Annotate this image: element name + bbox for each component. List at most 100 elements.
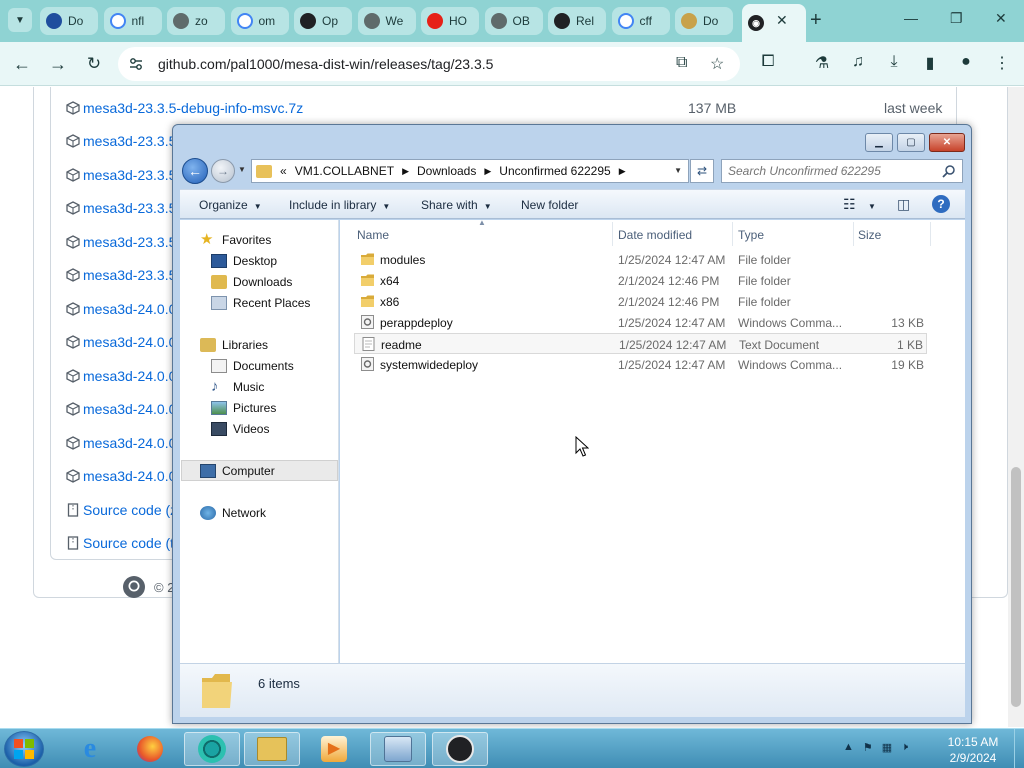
asset-link[interactable]: mesa3d-23.3.5 <box>66 259 176 292</box>
asset-link[interactable]: mesa3d-24.0.0 <box>66 292 176 325</box>
tab-search-button[interactable]: ▼ <box>8 8 32 32</box>
nav-libraries[interactable]: Libraries <box>200 336 268 354</box>
search-icon[interactable] <box>942 164 956 178</box>
asset-name[interactable]: mesa3d-24.0.0 <box>83 401 176 417</box>
asset-name[interactable]: mesa3d-24.0.0 <box>83 334 176 350</box>
file-row[interactable]: modules 1/25/2024 12:47 AM File folder <box>354 249 927 270</box>
back-arrow-icon[interactable]: ← <box>10 52 34 76</box>
show-hidden-icons[interactable]: ▲ <box>843 741 854 754</box>
asset-link[interactable]: mesa3d-24.0.0 <box>66 326 176 359</box>
asset-name[interactable]: mesa3d-24.0.0 <box>83 435 176 451</box>
profile-avatar-icon[interactable]: ● <box>955 53 977 71</box>
breadcrumb-overflow[interactable]: « <box>280 164 287 178</box>
asset-link[interactable]: mesa3d-24.0.0 <box>66 393 176 426</box>
file-row[interactable]: x64 2/1/2024 12:46 PM File folder <box>354 270 927 291</box>
asset-name[interactable]: mesa3d-23.3.5 <box>83 133 176 149</box>
taskbar-chrome[interactable] <box>184 732 240 766</box>
taskbar-obs[interactable] <box>432 732 488 766</box>
column-divider[interactable] <box>732 222 733 246</box>
nav-recent-places[interactable]: Recent Places <box>211 294 310 312</box>
address-bar[interactable]: github.com/pal1000/mesa-dist-win/release… <box>118 47 740 81</box>
action-center-flag-icon[interactable]: ⚑ <box>863 741 873 754</box>
column-header-type[interactable]: Type <box>738 228 764 242</box>
github-logo-icon[interactable] <box>122 575 146 599</box>
browser-tab[interactable]: nfl <box>103 7 162 35</box>
asset-name[interactable]: mesa3d-23.3.5-debug-info-msvc.7z <box>83 100 303 116</box>
asset-link[interactable]: mesa3d-24.0.0 <box>66 359 176 392</box>
forward-arrow-icon[interactable]: → <box>46 52 70 76</box>
breadcrumb-separator-icon[interactable]: ▶ <box>402 166 409 177</box>
reload-icon[interactable]: ↻ <box>82 52 106 76</box>
labs-flask-icon[interactable]: ⚗ <box>811 53 833 73</box>
install-app-icon[interactable]: ⧉ <box>676 54 687 72</box>
nav-network[interactable]: Network <box>200 504 266 522</box>
asset-link[interactable]: Source code (z <box>66 493 177 526</box>
column-header-size[interactable]: Size <box>858 228 881 242</box>
taskbar-firefox[interactable] <box>122 732 178 766</box>
change-view-icon[interactable]: ☷ <box>843 196 856 213</box>
browser-tab[interactable]: OB <box>484 7 543 35</box>
asset-name[interactable]: mesa3d-23.3.5 <box>83 200 176 216</box>
asset-name[interactable]: mesa3d-24.0.0 <box>83 468 176 484</box>
asset-link[interactable]: mesa3d-24.0.0 <box>66 426 176 459</box>
taskbar-explorer[interactable] <box>244 732 300 766</box>
recent-pages-dropdown-icon[interactable]: ▼ <box>238 165 246 174</box>
volume-muted-icon[interactable]: 🕨 <box>901 741 908 754</box>
taskbar-media-player[interactable]: ▶ <box>306 732 362 766</box>
browser-tab[interactable]: We <box>357 7 416 35</box>
asset-link[interactable]: Source code (t <box>66 527 174 560</box>
file-row[interactable]: readme 1/25/2024 12:47 AM Text Document 1 K… <box>354 333 927 354</box>
browser-tab[interactable]: HO <box>421 7 479 35</box>
column-divider[interactable] <box>930 222 931 246</box>
close-tab-icon[interactable]: ✕ <box>776 12 788 29</box>
column-header-name[interactable]: Name <box>357 228 389 242</box>
asset-link[interactable]: mesa3d-23.3.5 <box>66 192 176 225</box>
help-icon[interactable]: ? <box>932 195 950 213</box>
browser-tab[interactable]: zo <box>167 7 225 35</box>
explorer-search-input[interactable] <box>728 163 938 179</box>
asset-name[interactable]: mesa3d-23.3.5 <box>83 167 176 183</box>
explorer-close-button[interactable]: ✕ <box>929 133 965 152</box>
nav-documents[interactable]: Documents <box>211 357 294 375</box>
asset-name[interactable]: mesa3d-23.3.5 <box>83 267 176 283</box>
explorer-address-bar[interactable]: « VM1.COLLABNET ▶ Downloads ▶ Unconfirme… <box>251 159 689 183</box>
network-tray-icon[interactable]: ▦ <box>882 741 892 754</box>
organize-button[interactable]: Organize ▼ <box>199 198 262 212</box>
new-folder-button[interactable]: New folder <box>521 198 578 212</box>
include-in-library-button[interactable]: Include in library ▼ <box>289 198 390 212</box>
asset-link[interactable]: mesa3d-24.0.0 <box>66 460 176 493</box>
taskbar-internet-explorer[interactable]: e <box>62 732 118 766</box>
browser-tab[interactable]: om <box>230 7 289 35</box>
taskbar-control-app[interactable] <box>370 732 426 766</box>
column-divider[interactable] <box>612 222 613 246</box>
breadcrumb-unconfirmed[interactable]: Unconfirmed 622295 <box>499 164 610 178</box>
nav-desktop[interactable]: Desktop <box>211 252 277 270</box>
extensions-puzzle-icon[interactable]: ⧠ <box>757 53 779 71</box>
asset-link[interactable]: mesa3d-23.3.5 <box>66 158 176 191</box>
media-controls-icon[interactable]: ♫ <box>847 53 869 71</box>
start-button[interactable] <box>4 731 44 767</box>
column-header-date[interactable]: Date modified <box>618 228 692 242</box>
browser-tab[interactable]: Do <box>40 7 98 35</box>
minimize-window-icon[interactable]: — <box>904 10 918 26</box>
new-tab-button[interactable]: + <box>810 9 822 32</box>
page-scrollbar-thumb[interactable] <box>1011 467 1021 707</box>
file-row[interactable]: perappdeploy 1/25/2024 12:47 AM Windows Co… <box>354 312 927 333</box>
share-with-button[interactable]: Share with ▼ <box>421 198 492 212</box>
browser-tab[interactable]: cff <box>611 7 670 35</box>
explorer-back-button[interactable]: ← <box>182 158 208 184</box>
asset-name[interactable]: mesa3d-23.3.5 <box>83 234 176 250</box>
restore-window-icon[interactable]: ❐ <box>950 10 963 27</box>
asset-link[interactable]: mesa3d-23.3.5 <box>66 225 176 258</box>
explorer-refresh-icon[interactable]: ⇄ <box>690 159 714 183</box>
file-row[interactable]: systemwidedeploy 1/25/2024 12:47 AM Window… <box>354 354 927 375</box>
nav-downloads[interactable]: Downloads <box>211 273 292 291</box>
browser-tab[interactable]: Op <box>294 7 352 35</box>
preview-pane-icon[interactable]: ◫ <box>897 196 910 213</box>
explorer-minimize-button[interactable]: ▁ <box>865 133 893 152</box>
bookmark-star-icon[interactable]: ☆ <box>710 54 724 74</box>
side-panel-icon[interactable]: ▮ <box>919 53 941 73</box>
close-window-icon[interactable]: ✕ <box>995 10 1007 27</box>
downloads-icon[interactable]: ⤓ <box>883 53 905 71</box>
asset-name[interactable]: Source code (z <box>83 502 177 518</box>
